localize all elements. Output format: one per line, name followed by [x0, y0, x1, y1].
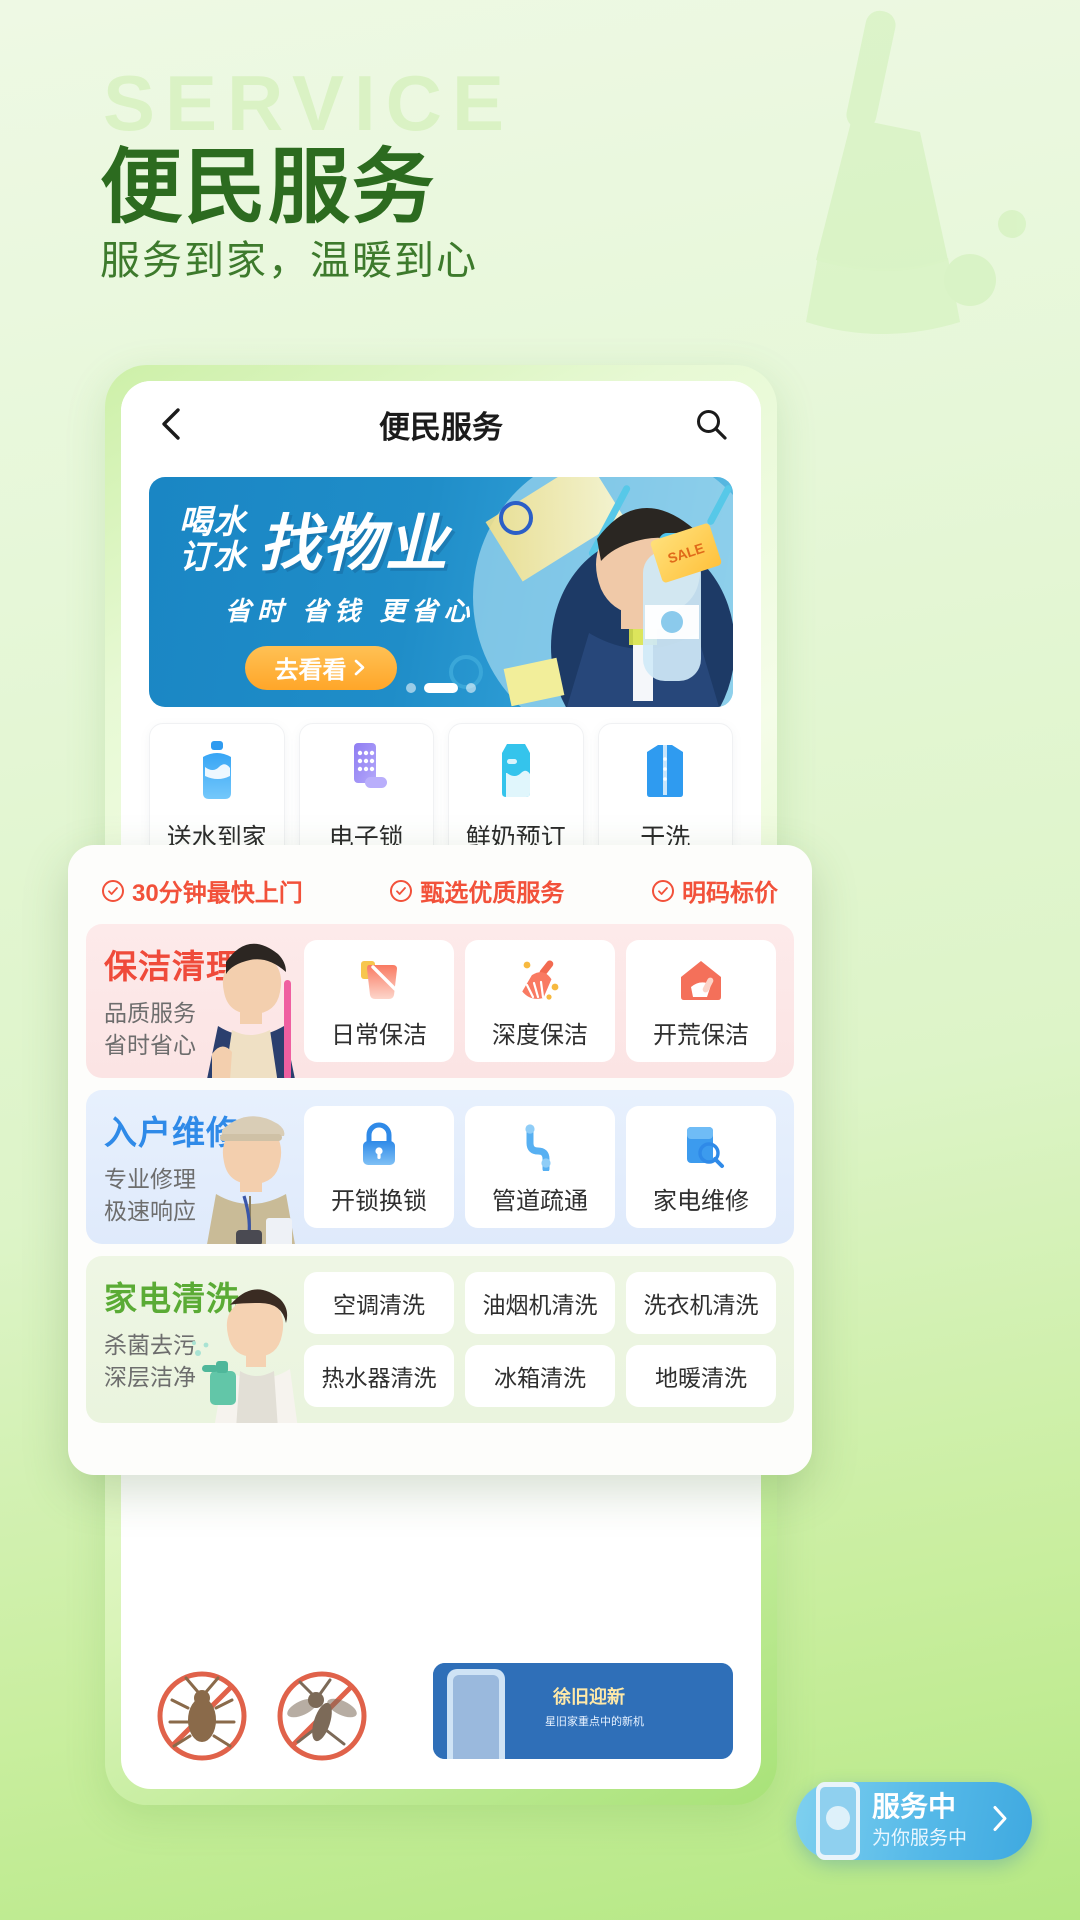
service-tile-label: 洗衣机清洗: [643, 1292, 759, 1318]
banner-subtitle: 省时 省钱 更省心: [225, 595, 476, 626]
water-bottle-icon: [194, 740, 240, 804]
banner-dot-2-active[interactable]: [424, 683, 458, 693]
category-section-repair: 入户维修 专业修理 极速响应 开锁换锁 管道疏通 家电维修: [86, 1090, 794, 1244]
banner-cta-button[interactable]: 去看看: [245, 645, 397, 690]
promo-banner[interactable]: SALE 喝水 订水 找物业 省时 省钱 更省心 去看看: [149, 477, 733, 707]
smart-lock-icon: [343, 741, 389, 804]
dustpan-icon: [353, 952, 405, 1006]
check-circle-icon: [390, 879, 413, 902]
svg-text:徐旧迎新: 徐旧迎新: [552, 1686, 625, 1707]
fab-text-block: 服务中 为你服务中: [872, 1791, 968, 1850]
category-tiles-cleaning: 日常保洁 深度保洁 开荒保洁: [304, 940, 776, 1062]
banner-line2: 订水: [179, 537, 247, 575]
service-tile-daily-cleaning[interactable]: 日常保洁: [304, 940, 454, 1062]
milk-carton-icon: [493, 741, 539, 804]
service-tile-appliance-repair[interactable]: 家电维修: [626, 1106, 776, 1228]
page-title: 便民服务: [100, 142, 437, 233]
lock-icon: [353, 1118, 405, 1172]
house-clean-icon: [675, 952, 727, 1006]
badge-clear-pricing: 明码标价: [651, 873, 778, 908]
category-section-appliance-wash: 家电清洗 杀菌去污 深层洁净 空调清洗 油烟机清洗 洗衣机清洗 热水器清洗 冰箱…: [86, 1256, 794, 1423]
check-circle-icon: [651, 879, 674, 902]
banner-dot-3[interactable]: [466, 683, 476, 693]
pest-cockroach-item[interactable]: [149, 1663, 255, 1769]
page-subtitle: 服务到家，温暖到心: [100, 239, 478, 283]
service-tile-water-heater-cleaning[interactable]: 热水器清洗: [304, 1345, 454, 1407]
banner-dot-1[interactable]: [406, 683, 416, 693]
bottom-service-row: 徐旧迎新 星旧家重点中的新机: [121, 1663, 761, 1789]
category-tiles-repair: 开锁换锁 管道疏通 家电维修: [304, 1106, 776, 1228]
svg-text:星旧家重点中的新机: 星旧家重点中的新机: [545, 1714, 644, 1728]
badge-row: 30分钟最快上门 甄选优质服务 明码标价: [86, 859, 794, 924]
banner-text-block: 喝水 订水 找物业 省时 省钱 更省心 去看看: [179, 503, 476, 690]
broom-illustration: [620, 10, 1040, 370]
service-tile-label: 热水器清洗: [321, 1365, 437, 1391]
badge-fast-arrival: 30分钟最快上门: [102, 873, 303, 908]
service-overlay-card: 30分钟最快上门 甄选优质服务 明码标价 保洁清理 品质服务 省时省心 日常保洁…: [68, 845, 812, 1475]
check-circle-icon: [102, 879, 124, 902]
banner-cta-label: 去看看: [274, 657, 347, 685]
pest-mosquito-item[interactable]: [269, 1663, 375, 1769]
brush-icon: [514, 952, 566, 1006]
navbar: 便民服务: [121, 381, 761, 467]
chevron-right-icon: [354, 660, 364, 676]
banner-headline: 找物业: [259, 510, 449, 580]
shirt-icon: [642, 741, 688, 804]
chevron-left-icon: [162, 408, 180, 440]
category-left-appliance-wash: 家电清洗 杀菌去污 深层洁净: [104, 1272, 304, 1423]
service-tile-ac-cleaning[interactable]: 空调清洗: [304, 1272, 454, 1334]
category-left-repair: 入户维修 专业修理 极速响应: [104, 1106, 304, 1244]
chevron-right-icon: [990, 1805, 1010, 1838]
badge-label: 明码标价: [681, 880, 778, 907]
banner-line1: 喝水: [179, 503, 247, 540]
service-tile-label: 家电维修: [653, 1188, 749, 1215]
phone-trade-in-promo[interactable]: 徐旧迎新 星旧家重点中的新机: [433, 1663, 733, 1759]
service-tile-label: 地暖清洗: [655, 1365, 747, 1391]
navbar-title: 便民服务: [379, 409, 503, 445]
service-tile-label: 开锁换锁: [331, 1188, 427, 1215]
search-button[interactable]: [691, 404, 731, 444]
service-tile-deep-cleaning[interactable]: 深度保洁: [465, 940, 615, 1062]
service-tile-post-reno-cleaning[interactable]: 开荒保洁: [626, 940, 776, 1062]
service-tile-lock-service[interactable]: 开锁换锁: [304, 1106, 454, 1228]
service-status-fab[interactable]: 服务中 为你服务中: [796, 1782, 1032, 1860]
appliance-repair-icon: [675, 1118, 727, 1172]
service-tile-label: 深度保洁: [492, 1022, 588, 1049]
service-tile-label: 冰箱清洗: [494, 1365, 586, 1391]
fab-title: 服务中: [872, 1791, 957, 1823]
pipe-icon: [514, 1118, 566, 1172]
category-section-cleaning: 保洁清理 品质服务 省时省心 日常保洁 深度保洁 开荒保洁: [86, 924, 794, 1078]
fab-subtitle: 为你服务中: [872, 1827, 968, 1849]
badge-quality-service: 甄选优质服务: [390, 873, 564, 908]
category-left-cleaning: 保洁清理 品质服务 省时省心: [104, 940, 304, 1078]
badge-label: 30分钟最快上门: [132, 880, 303, 907]
service-tile-range-hood-cleaning[interactable]: 油烟机清洗: [465, 1272, 615, 1334]
no-cockroach-icon: [157, 1671, 247, 1761]
service-tile-label: 日常保洁: [331, 1022, 427, 1049]
banner-person-photo: [493, 477, 733, 707]
no-mosquito-icon: [277, 1671, 367, 1761]
phone-device-icon: [806, 1778, 872, 1860]
service-tile-label: 开荒保洁: [653, 1022, 749, 1049]
service-tile-fridge-cleaning[interactable]: 冰箱清洗: [465, 1345, 615, 1407]
badge-label: 甄选优质服务: [420, 880, 565, 907]
service-tile-washer-cleaning[interactable]: 洗衣机清洗: [626, 1272, 776, 1334]
service-tile-floor-heating-cleaning[interactable]: 地暖清洗: [626, 1345, 776, 1407]
category-tiles-appliance-wash: 空调清洗 油烟机清洗 洗衣机清洗 热水器清洗 冰箱清洗 地暖清洗: [304, 1272, 776, 1407]
service-tile-label: 空调清洗: [333, 1292, 425, 1318]
service-tile-label: 管道疏通: [492, 1188, 588, 1215]
spray-woman-photo: [192, 1279, 310, 1423]
service-tile-pipe-unclog[interactable]: 管道疏通: [465, 1106, 615, 1228]
cleaner-woman-photo: [192, 934, 310, 1078]
service-tile-label: 油烟机清洗: [482, 1292, 598, 1318]
technician-woman-photo: [192, 1100, 310, 1244]
back-button[interactable]: [151, 404, 191, 444]
banner-pagination[interactable]: [406, 683, 476, 693]
search-icon: [697, 410, 727, 440]
